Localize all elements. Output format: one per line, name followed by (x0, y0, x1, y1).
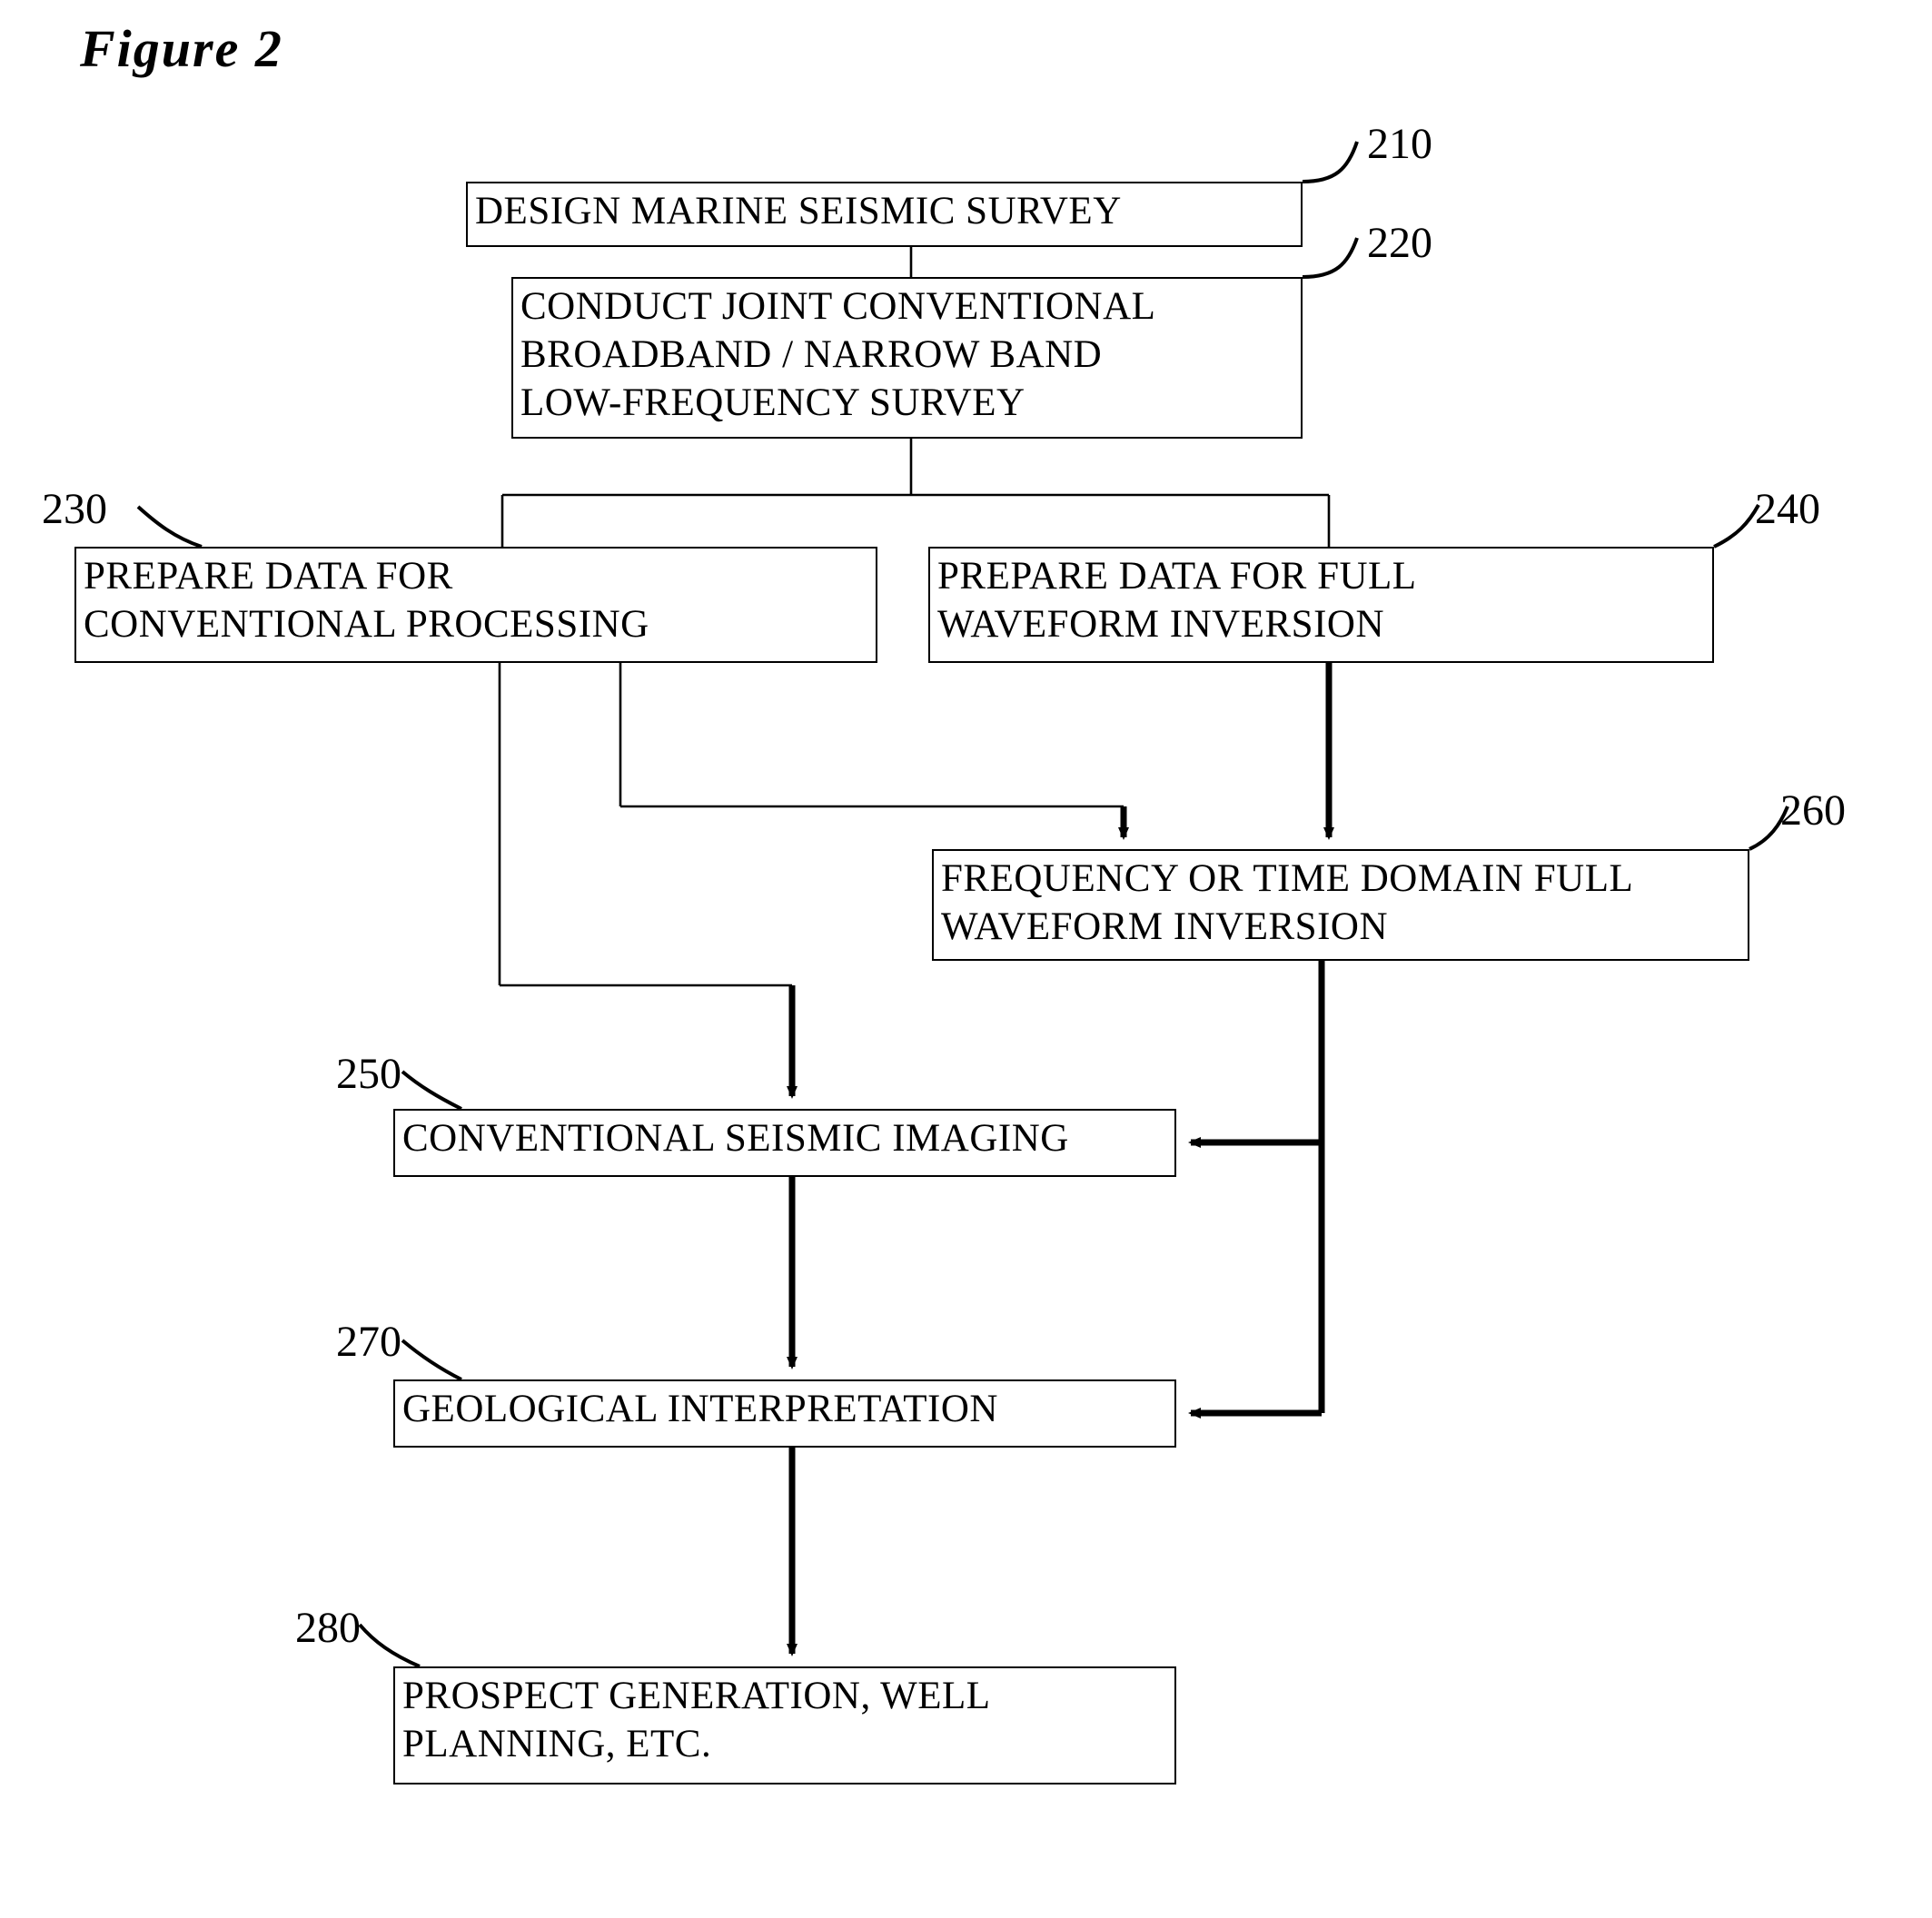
ref-numeral-230: 230 (42, 485, 107, 533)
leader-280 (358, 1623, 421, 1668)
node-label-250: CONVENTIONAL SEISMIC IMAGING (402, 1117, 1069, 1160)
node-label-220: CONDUCT JOINT CONVENTIONAL BROADBAND / N… (520, 285, 1156, 424)
ref-numeral-270: 270 (336, 1318, 401, 1366)
node-label-270: GEOLOGICAL INTERPRETATION (402, 1388, 998, 1430)
leader-230 (136, 505, 203, 549)
node-label-230: PREPARE DATA FOR CONVENTIONAL PROCESSING (84, 555, 649, 646)
leader-220 (1302, 237, 1359, 279)
ref-numeral-250: 250 (336, 1050, 401, 1098)
ref-numeral-220: 220 (1367, 219, 1432, 267)
node-label-210: DESIGN MARINE SEISMIC SURVEY (475, 190, 1122, 232)
node-label-260: FREQUENCY OR TIME DOMAIN FULL WAVEFORM I… (941, 857, 1634, 948)
leader-210 (1302, 141, 1359, 183)
patent-figure: Figure 2 DESIGN MARINE SEISMIC SURVEY CO… (0, 0, 1932, 1918)
ref-numeral-260: 260 (1780, 786, 1846, 835)
ref-numeral-210: 210 (1367, 120, 1432, 168)
leader-250 (401, 1070, 462, 1111)
node-label-280: PROSPECT GENERATION, WELL PLANNING, ETC. (402, 1675, 991, 1765)
ref-numeral-280: 280 (295, 1604, 361, 1652)
leader-270 (401, 1339, 462, 1381)
ref-numeral-240: 240 (1755, 485, 1820, 533)
leader-240 (1713, 504, 1760, 549)
node-label-240: PREPARE DATA FOR FULL WAVEFORM INVERSION (937, 555, 1417, 646)
